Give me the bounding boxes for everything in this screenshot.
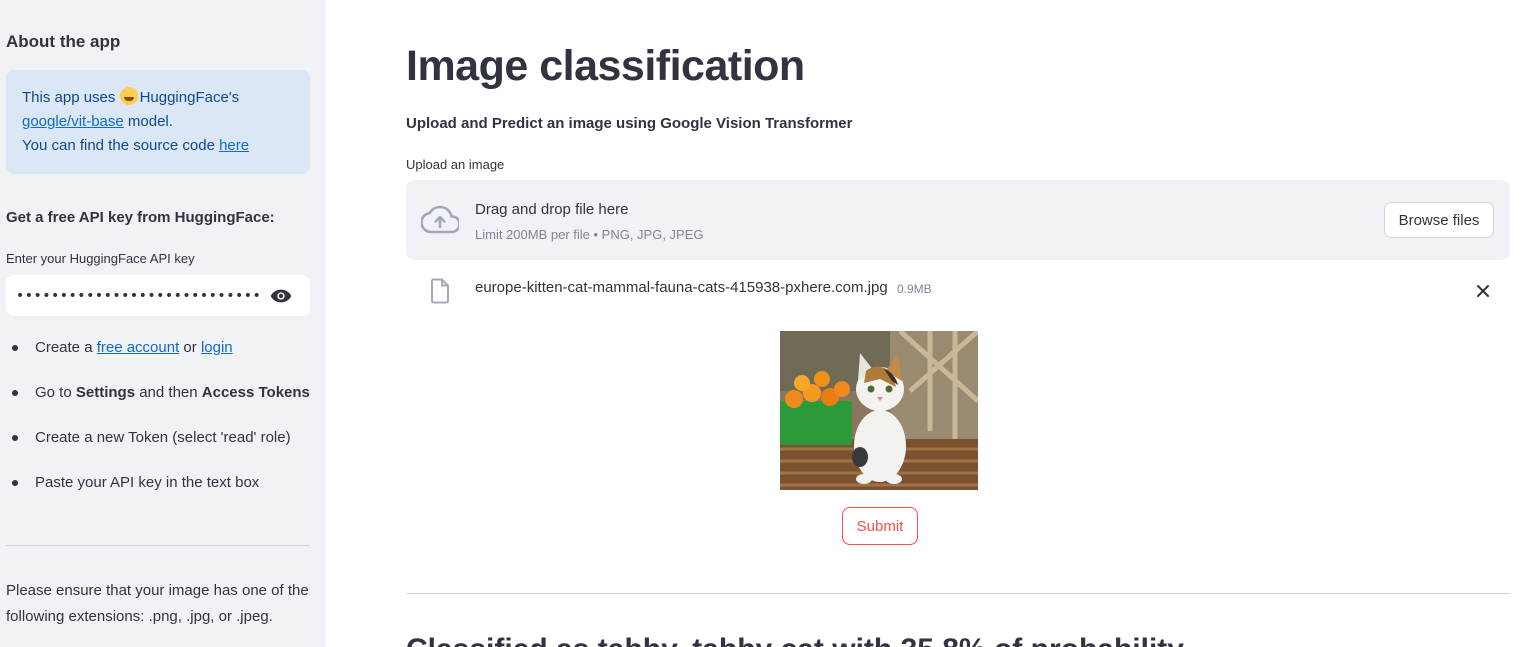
api-key-input[interactable]: •••••••••••••••••••••••••••••••••••• (6, 275, 310, 316)
api-key-value[interactable]: •••••••••••••••••••••••••••••••••••• (16, 288, 262, 304)
step2-access-tokens: Access Tokens (201, 384, 310, 401)
eye-icon[interactable] (270, 288, 292, 304)
step-item: Go to Settings and then Access Tokens (6, 380, 310, 425)
upload-label: Upload an image (406, 157, 505, 172)
main-divider (406, 593, 1510, 594)
step2-prefix: Go to (35, 384, 76, 401)
api-key-steps: Create a free account or login Go to Set… (6, 335, 310, 515)
close-icon[interactable] (1476, 284, 1490, 298)
info-line1-brand: HuggingFace's (139, 89, 240, 106)
page-title: Image classification (406, 42, 805, 90)
model-suffix: model. (123, 113, 173, 130)
info-box: This app uses HuggingFace's google/vit-b… (6, 70, 310, 174)
step4-text: Paste your API key in the text box (35, 474, 260, 491)
step-item: Paste your API key in the text box (6, 470, 310, 515)
uploaded-file-row: europe-kitten-cat-mammal-fauna-cats-4159… (406, 272, 1510, 308)
cloud-upload-icon (421, 205, 459, 234)
free-account-link[interactable]: free account (97, 339, 180, 356)
file-name: europe-kitten-cat-mammal-fauna-cats-4159… (475, 279, 888, 296)
page-subtitle: Upload and Predict an image using Google… (406, 115, 853, 132)
sidebar: About the app This app uses HuggingFace'… (0, 0, 326, 647)
step2-mid: and then (135, 384, 202, 401)
info-line1-prefix: This app uses (22, 89, 120, 106)
step3-text: Create a new Token (select 'read' role) (35, 429, 291, 446)
step1-prefix: Create a (35, 339, 97, 356)
dropzone-limit: Limit 200MB per file • PNG, JPG, JPEG (475, 227, 704, 242)
step1-mid: or (179, 339, 201, 356)
sidebar-heading: About the app (6, 32, 121, 51)
login-link[interactable]: login (201, 339, 233, 356)
info-line3-prefix: You can find the source code (22, 137, 220, 154)
api-key-label: Enter your HuggingFace API key (6, 251, 195, 266)
submit-button[interactable]: Submit (842, 507, 918, 545)
file-icon (431, 278, 449, 304)
sidebar-divider (6, 545, 310, 546)
api-key-heading: Get a free API key from HuggingFace: (6, 209, 275, 226)
step-item: Create a free account or login (6, 335, 310, 380)
dropzone-title: Drag and drop file here (475, 201, 629, 218)
main-content: Image classification Upload and Predict … (326, 0, 1530, 647)
source-code-link[interactable]: here (219, 137, 249, 154)
model-link[interactable]: google/vit-base (22, 113, 124, 130)
file-dropzone[interactable]: Drag and drop file here Limit 200MB per … (406, 180, 1510, 260)
extensions-note: Please ensure that your image has one of… (6, 582, 309, 625)
file-size: 0.9MB (897, 282, 932, 296)
uploaded-cat-image (780, 331, 978, 490)
step2-settings: Settings (75, 384, 136, 401)
classification-result: Classified as tabby, tabby cat with 35.8… (406, 633, 1184, 647)
step-item: Create a new Token (select 'read' role) (6, 425, 310, 470)
browse-files-button[interactable]: Browse files (1384, 202, 1494, 238)
hugging-face-emoji-icon (119, 87, 138, 105)
